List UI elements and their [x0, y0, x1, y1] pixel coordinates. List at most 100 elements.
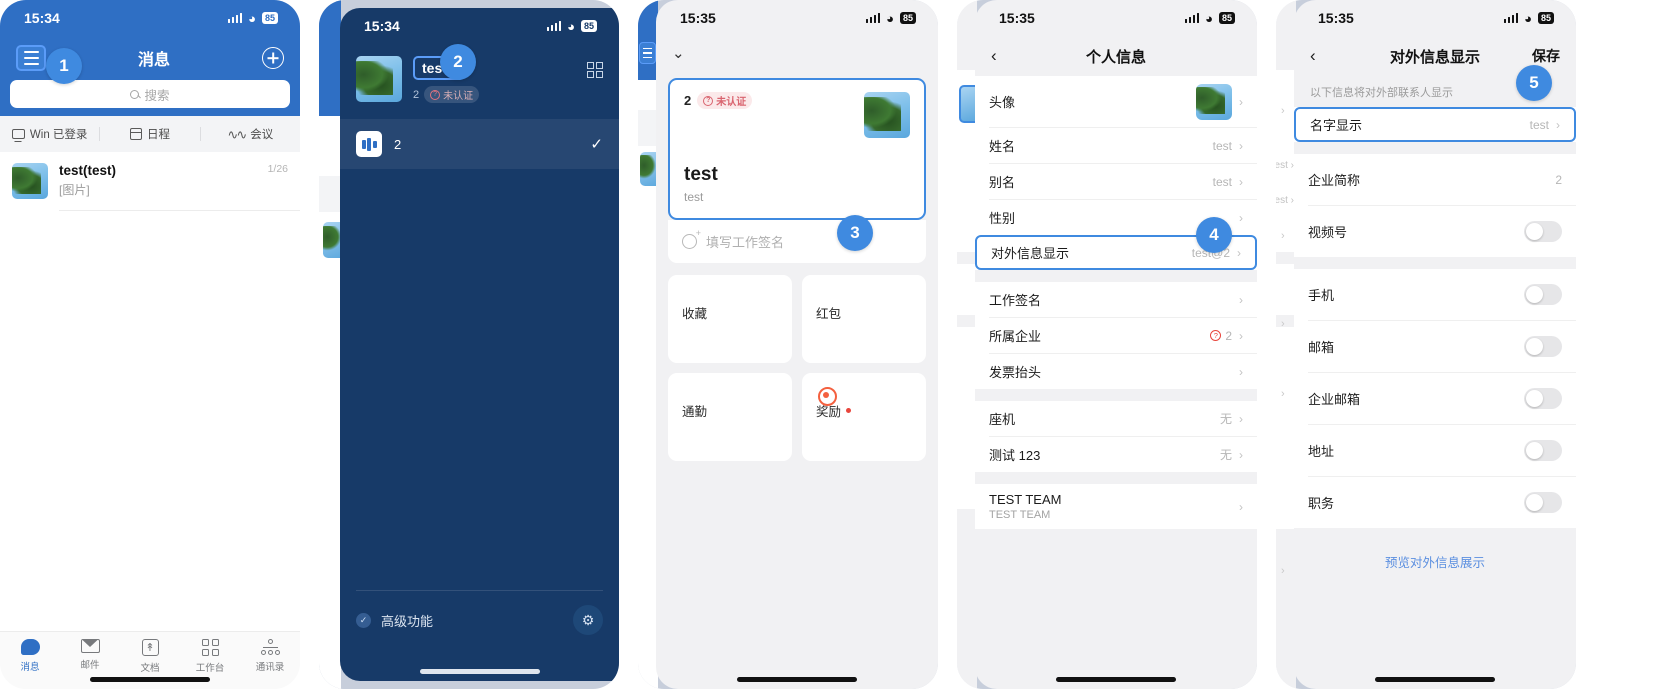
chevron-right-icon: ›	[1556, 117, 1560, 132]
step-marker-5: 5	[1516, 65, 1552, 101]
avatar[interactable]	[356, 56, 402, 102]
warning-icon: ?	[1210, 330, 1222, 341]
chevron-down-icon[interactable]: ⌄	[672, 44, 685, 62]
group-gap	[1294, 257, 1576, 269]
tab-workbench[interactable]: 工作台	[180, 639, 240, 674]
tab-contacts[interactable]: 通讯录	[240, 639, 300, 673]
quick-action-meeting[interactable]: ∿∿ 会议	[201, 126, 300, 142]
hamburger-icon[interactable]	[16, 45, 46, 71]
toggle-email[interactable]	[1524, 336, 1562, 357]
team-row[interactable]: TEST TEAM TEST TEAM ›	[975, 484, 1257, 529]
row-address[interactable]: 地址	[1294, 425, 1576, 476]
row-avatar[interactable]: 头像 ›	[975, 76, 1257, 127]
feature-card-favorites[interactable]: 收藏	[668, 275, 792, 363]
battery-icon: 85	[1218, 12, 1235, 24]
tab-label: 邮件	[80, 660, 100, 671]
toggle-mobile[interactable]	[1524, 284, 1562, 305]
row-label: 头像	[989, 95, 1016, 110]
feature-card-reward[interactable]: 奖励	[802, 373, 926, 461]
row-company-email[interactable]: 企业邮箱	[1294, 373, 1576, 424]
row-work-signature[interactable]: 工作签名 ›	[975, 282, 1257, 317]
row-invoice-title[interactable]: 发票抬头 ›	[975, 354, 1257, 389]
status-bar: 15:35 ◕ 85	[975, 0, 1257, 36]
toggle-address[interactable]	[1524, 440, 1562, 461]
row-video-account[interactable]: 视频号	[1294, 206, 1576, 257]
profile-card[interactable]: 2 ? 未认证 test test	[668, 78, 926, 220]
chevron-left-icon[interactable]: ‹	[1310, 46, 1316, 66]
row-label: 企业简称	[1308, 173, 1361, 188]
status-time: 15:35	[680, 10, 716, 26]
row-label: 发票抬头	[989, 365, 1042, 380]
row-name[interactable]: 姓名 test ›	[975, 128, 1257, 163]
row-label: 手机	[1308, 288, 1335, 303]
avatar	[12, 163, 48, 199]
question-icon: ?	[703, 95, 714, 106]
advanced-features-label[interactable]: 高级功能	[381, 611, 433, 630]
check-icon: ✓	[590, 136, 603, 153]
feature-card-redpacket[interactable]: 红包	[802, 275, 926, 363]
organization-row[interactable]: 2 ✓	[340, 119, 619, 169]
page-title: 消息	[137, 52, 170, 69]
signature-placeholder: 填写工作签名	[706, 235, 785, 250]
plus-circle-icon[interactable]	[261, 47, 284, 69]
work-signature-input[interactable]: 填写工作签名	[668, 220, 926, 263]
preview-external-info-link[interactable]: 预览对外信息展示	[1294, 552, 1576, 571]
profile-subtitle: test	[684, 190, 704, 204]
team-subtitle: TEST TEAM	[989, 509, 1051, 521]
status-badge[interactable]: ? 未认证	[424, 86, 480, 103]
calendar-icon	[129, 128, 142, 140]
row-test123[interactable]: 测试 123 无 ›	[975, 437, 1257, 472]
tab-label: 工作台	[195, 663, 225, 674]
status-badge[interactable]: ? 未认证	[697, 92, 753, 109]
tab-mail[interactable]: 邮件	[60, 639, 120, 671]
page-title: 个人信息	[1085, 48, 1146, 66]
row-label: 视频号	[1308, 225, 1348, 240]
drawer-footer: ✓ 高级功能 ⚙	[356, 590, 603, 635]
search-placeholder: 搜索	[144, 88, 170, 103]
row-mobile[interactable]: 手机	[1294, 269, 1576, 320]
quick-action-win[interactable]: Win 已登录	[0, 126, 99, 142]
row-company-short-name[interactable]: 企业简称 2	[1294, 154, 1576, 205]
row-email[interactable]: 邮箱	[1294, 321, 1576, 372]
grid-icon	[201, 639, 219, 656]
phone-3-profile-card: 15:35 ◕ 85 ⌄ 2 ? 未认证 test test + 填写工作签名 …	[638, 0, 938, 689]
feature-card-commute[interactable]: 通勤	[668, 373, 792, 461]
row-landline[interactable]: 座机 无 ›	[975, 401, 1257, 436]
row-alias[interactable]: 别名 test ›	[975, 164, 1257, 199]
phone-1-messages: 15:34 ◕ 85 消息 搜索 Win 已登录 日程 ∿∿ 会议 test(t…	[0, 0, 300, 689]
background-peek: › test › test › › › › ›	[1276, 0, 1296, 689]
row-label: 地址	[1308, 444, 1335, 459]
save-button[interactable]: 保存	[1532, 46, 1560, 66]
gear-icon[interactable]: ⚙	[573, 605, 603, 635]
toggle-company-email[interactable]	[1524, 388, 1562, 409]
monitor-icon	[11, 129, 25, 139]
row-name-display[interactable]: 名字显示 test ›	[1294, 107, 1576, 142]
contacts-icon	[260, 639, 280, 655]
divider	[59, 210, 300, 211]
phone-2-side-drawer: 15:34 ◕ 85 test › 2 ?	[319, 0, 619, 689]
profile-name: test	[684, 164, 718, 185]
tab-messages[interactable]: 消息	[0, 639, 60, 673]
tab-documents[interactable]: 文档	[120, 639, 180, 674]
avatar[interactable]	[864, 92, 910, 138]
row-affiliated-company[interactable]: 所属企业 ? 2 ›	[975, 318, 1257, 353]
home-indicator	[1375, 677, 1495, 682]
qr-code-icon[interactable]	[587, 62, 603, 78]
status-bar: 15:35 ◕ 85	[1294, 0, 1576, 36]
chat-list-item[interactable]: test(test) [图片] 1/26	[0, 152, 300, 210]
organization-name: 2	[394, 136, 402, 152]
feature-label: 通勤	[682, 405, 708, 419]
home-indicator	[90, 677, 210, 682]
chevron-right-icon: ›	[1239, 364, 1243, 379]
chevron-right-icon: ›	[1237, 245, 1241, 260]
quick-action-schedule[interactable]: 日程	[100, 126, 199, 142]
chevron-left-icon[interactable]: ‹	[991, 46, 997, 66]
row-job-title[interactable]: 职务	[1294, 477, 1576, 528]
step-marker-1: 1	[46, 48, 82, 84]
row-value: ? 2	[1210, 329, 1232, 343]
document-icon	[141, 639, 159, 656]
search-input[interactable]: 搜索	[10, 80, 290, 108]
toggle-video-account[interactable]	[1524, 221, 1562, 242]
background-peek	[638, 0, 662, 689]
toggle-job-title[interactable]	[1524, 492, 1562, 513]
